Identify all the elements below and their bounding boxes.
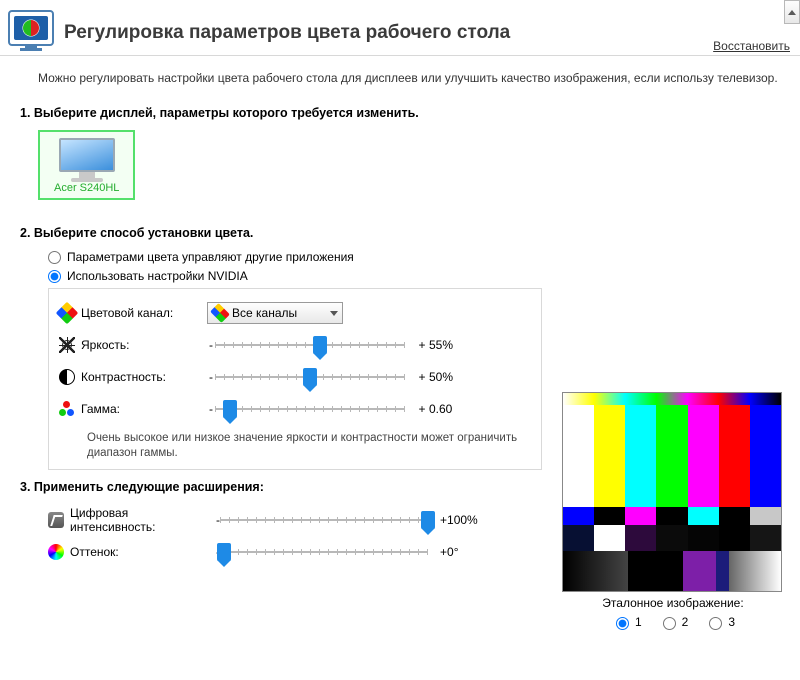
contrast-label: Контрастность: [81,370,166,384]
gamma-hint: Очень высокое или низкое значение яркост… [87,431,531,461]
ref-radio-2[interactable]: 2 [658,614,689,630]
page-title: Регулировка параметров цвета рабочего ст… [64,18,792,44]
row-brightness: Яркость: - + 55% [59,329,531,361]
row-channel: Цветовой канал: Все каналы [59,297,531,329]
channel-dd-value: Все каналы [232,306,338,320]
row-gamma: Гамма: - + 0.60 [59,393,531,425]
contrast-value: 50% [429,370,473,384]
step2-title: 2. Выберите способ установки цвета. [20,226,778,240]
display-item[interactable]: Acer S240HL [38,130,135,200]
gamma-icon [59,401,75,417]
channel-dd-icon [210,303,230,323]
dvib-icon [48,512,64,528]
hue-icon [48,544,64,560]
brightness-label: Яркость: [81,338,129,352]
channel-dropdown[interactable]: Все каналы [207,302,343,324]
reference-preview: Эталонное изображение: 1 2 3 [562,392,784,630]
radio-other-apps-label: Параметрами цвета управляют другие прило… [67,250,354,264]
brightness-slider[interactable] [215,336,405,354]
hue-label: Оттенок: [70,545,119,559]
dvib-value: 100% [447,513,478,527]
ref-radio-1[interactable]: 1 [611,614,642,630]
monitor-icon [59,138,115,180]
color-settings-panel: Цветовой канал: Все каналы Яркость: - + [48,288,542,470]
hue-value: 0° [447,545,458,559]
gamma-label: Гамма: [81,402,120,416]
contrast-icon [59,369,75,385]
gamma-slider[interactable] [215,400,405,418]
nvidia-logo-icon [8,10,54,52]
radio-other-apps[interactable]: Параметрами цвета управляют другие прило… [48,250,778,264]
hue-slider[interactable] [220,543,428,561]
step1-title: 1. Выберите дисплей, параметры которого … [20,106,778,120]
dvib-slider[interactable] [220,511,428,529]
radio-nvidia-label: Использовать настройки NVIDIA [67,269,248,283]
brightness-icon [59,337,75,353]
ref-radio-3[interactable]: 3 [704,614,735,630]
restore-link[interactable]: Восстановить [713,39,790,53]
intro-text: Можно регулировать настройки цвета рабоч… [38,70,778,86]
dvib-label: Цифровая интенсивность: [70,506,216,534]
radio-other-apps-input[interactable] [48,251,61,264]
radio-nvidia-input[interactable] [48,270,61,283]
test-pattern-image [562,392,782,592]
reference-caption: Эталонное изображение: [562,596,784,610]
contrast-slider[interactable] [215,368,405,386]
channel-icon [56,302,79,325]
row-contrast: Контрастность: - + 50% [59,361,531,393]
brightness-value: 55% [429,338,473,352]
page-header: Регулировка параметров цвета рабочего ст… [0,0,800,56]
display-label: Acer S240HL [54,182,119,194]
channel-label: Цветовой канал: [81,306,173,320]
radio-nvidia[interactable]: Использовать настройки NVIDIA [48,269,778,283]
chevron-down-icon [330,311,338,316]
reference-radio-group: 1 2 3 [562,614,784,630]
gamma-value: 0.60 [429,402,473,416]
